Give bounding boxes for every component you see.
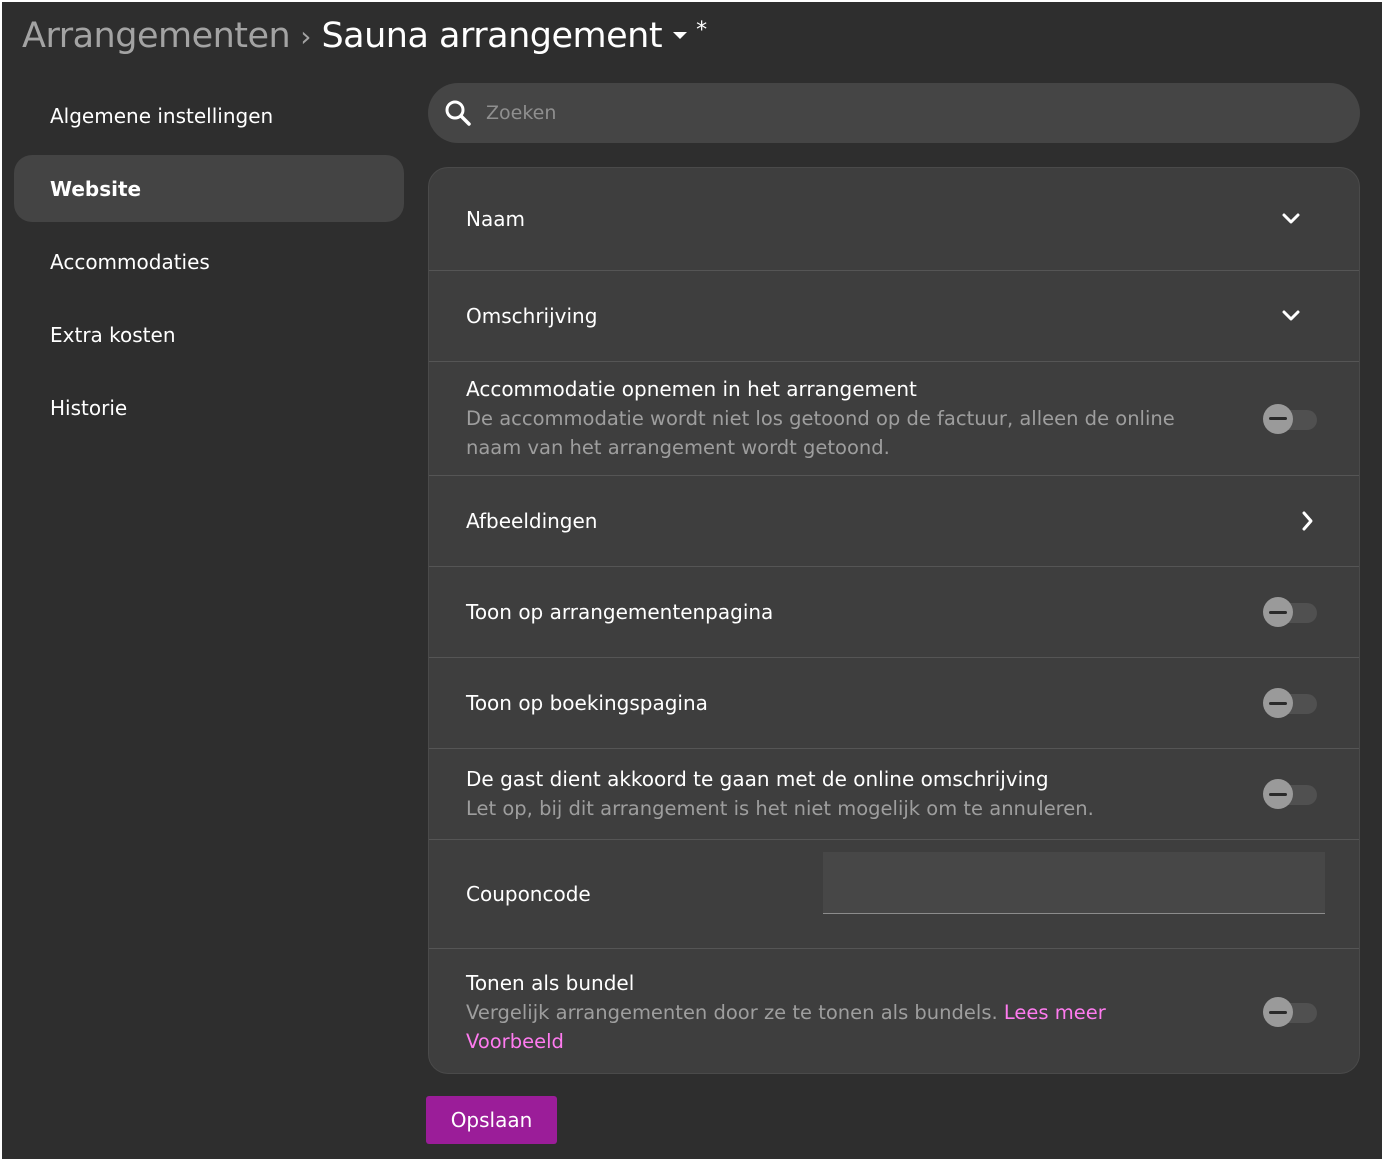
setting-title: Accommodatie opnemen in het arrangement (466, 377, 917, 401)
setting-title: Omschrijving (466, 303, 598, 328)
setting-row-toon-boekingspagina: Toon op boekingspagina (429, 658, 1359, 749)
sidebar-item-accommodaties[interactable]: Accommodaties (14, 228, 404, 295)
search-input[interactable] (486, 102, 1306, 124)
setting-title: Toon op boekingspagina (466, 690, 708, 715)
setting-row-accommodatie: Accommodatie opnemen in het arrangement … (429, 362, 1359, 476)
toon-boekingspagina-toggle[interactable] (1263, 688, 1317, 718)
sidebar-item-algemene-instellingen[interactable]: Algemene instellingen (14, 82, 404, 149)
sidebar-item-historie[interactable]: Historie (14, 374, 404, 441)
setting-title: Afbeeldingen (466, 508, 598, 533)
setting-row-naam[interactable]: Naam (429, 168, 1359, 271)
chevron-right-icon[interactable] (1301, 510, 1315, 532)
save-button[interactable]: Opslaan (426, 1096, 557, 1144)
setting-description: De accommodatie wordt niet los getoond o… (466, 407, 1175, 459)
setting-row-couponcode: Couponcode (429, 840, 1359, 949)
search-icon (444, 99, 472, 127)
setting-row-bundel: Tonen als bundel Vergelijk arrangementen… (429, 949, 1359, 1073)
breadcrumb: Arrangementen › Sauna arrangement * (22, 12, 707, 60)
toon-arrangementenpagina-toggle[interactable] (1263, 597, 1317, 627)
sidebar-item-website[interactable]: Website (14, 155, 404, 222)
voorbeeld-link[interactable]: Voorbeeld (466, 1030, 564, 1053)
setting-row-toon-arrangementenpagina: Toon op arrangementenpagina (429, 567, 1359, 658)
bundel-toggle[interactable] (1263, 997, 1317, 1027)
akkoord-toggle[interactable] (1263, 779, 1317, 809)
setting-title: De gast dient akkoord te gaan met de onl… (466, 767, 1049, 791)
page-title: Sauna arrangement (321, 16, 663, 56)
bundel-description-text: Vergelijk arrangementen door ze te tonen… (466, 1000, 998, 1024)
setting-description: Vergelijk arrangementen door ze te tonen… (466, 998, 1226, 1056)
couponcode-input[interactable] (823, 852, 1325, 914)
breadcrumb-parent-link[interactable]: Arrangementen (22, 16, 291, 56)
accommodatie-toggle[interactable] (1263, 403, 1317, 434)
setting-title: Toon op arrangementenpagina (466, 599, 774, 624)
setting-title: Tonen als bundel (466, 970, 635, 995)
setting-title: Naam (466, 206, 525, 231)
setting-row-akkoord: De gast dient akkoord te gaan met de onl… (429, 749, 1359, 840)
chevron-down-icon[interactable] (1281, 212, 1301, 226)
settings-card: Naam Omschrijving Accommodatie opnemen i… (428, 167, 1360, 1074)
setting-description: Let op, bij dit arrangement is het niet … (466, 797, 1094, 820)
chevron-down-icon[interactable] (1281, 309, 1301, 323)
app-window: Arrangementen › Sauna arrangement * Alge… (2, 2, 1382, 1159)
setting-row-omschrijving[interactable]: Omschrijving (429, 271, 1359, 362)
sidebar-item-extra-kosten[interactable]: Extra kosten (14, 301, 404, 368)
unsaved-indicator: * (696, 17, 708, 43)
sidebar: Algemene instellingen Website Accommodat… (14, 82, 404, 447)
setting-row-afbeeldingen[interactable]: Afbeeldingen (429, 476, 1359, 567)
search-bar (428, 83, 1360, 143)
lees-meer-link[interactable]: Lees meer (1004, 1001, 1106, 1024)
breadcrumb-separator: › (300, 19, 312, 53)
caret-down-icon[interactable] (672, 31, 688, 41)
